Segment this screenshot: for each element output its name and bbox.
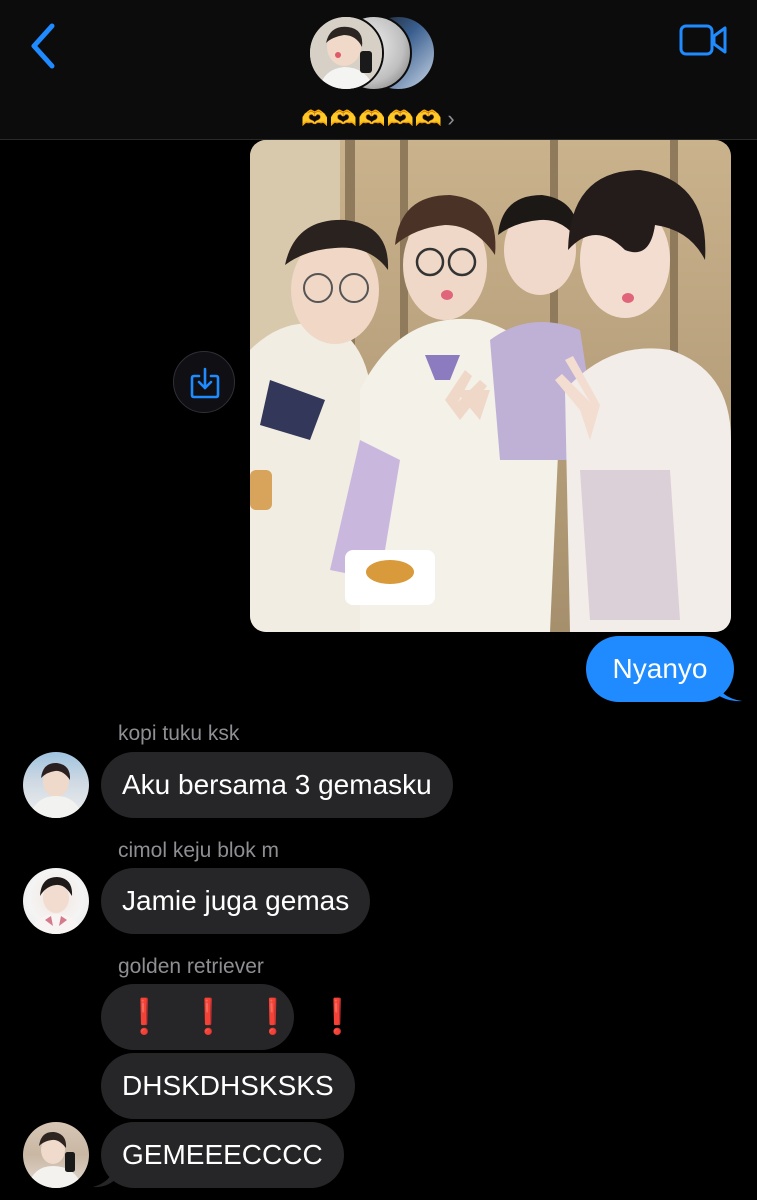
group-avatar-stack[interactable] [308, 15, 448, 95]
save-image-button[interactable] [173, 351, 235, 413]
chevron-left-icon [31, 23, 55, 69]
sender-name: golden retriever [118, 955, 264, 978]
outgoing-message-bubble[interactable]: Nyanyo [586, 636, 734, 702]
video-camera-icon [679, 24, 727, 56]
group-avatar [308, 15, 384, 91]
sender-name: cimol keju blok m [118, 839, 280, 862]
incoming-message-bubble[interactable]: ❗❗❗❗ [101, 984, 358, 1050]
incoming-message-bubble[interactable]: GEMEEECCCC [101, 1122, 344, 1188]
chevron-right-icon: › [447, 106, 456, 131]
exclamation-emoji: ❗❗❗❗ [123, 998, 381, 1036]
video-call-button[interactable] [678, 22, 728, 58]
group-photo-image [250, 140, 731, 632]
avatar[interactable] [23, 868, 89, 934]
group-name-label: 🫶🫶🫶🫶🫶 [301, 106, 444, 131]
sender-name: kopi tuku ksk [118, 722, 240, 745]
incoming-message-bubble[interactable]: Aku bersama 3 gemasku [101, 752, 453, 818]
group-name[interactable]: 🫶🫶🫶🫶🫶 › [0, 106, 757, 132]
image-message[interactable] [250, 140, 731, 632]
conversation-header: 🫶🫶🫶🫶🫶 › [0, 0, 757, 140]
avatar[interactable] [23, 752, 89, 818]
incoming-message-bubble[interactable]: Jamie juga gemas [101, 868, 371, 934]
bubble-tail [716, 680, 742, 702]
save-download-icon [190, 367, 220, 399]
back-button[interactable] [24, 22, 64, 70]
avatar[interactable] [23, 1122, 89, 1188]
incoming-message-bubble[interactable]: DHSKDHSKSKS [101, 1053, 355, 1119]
bubble-tail [93, 1166, 115, 1188]
